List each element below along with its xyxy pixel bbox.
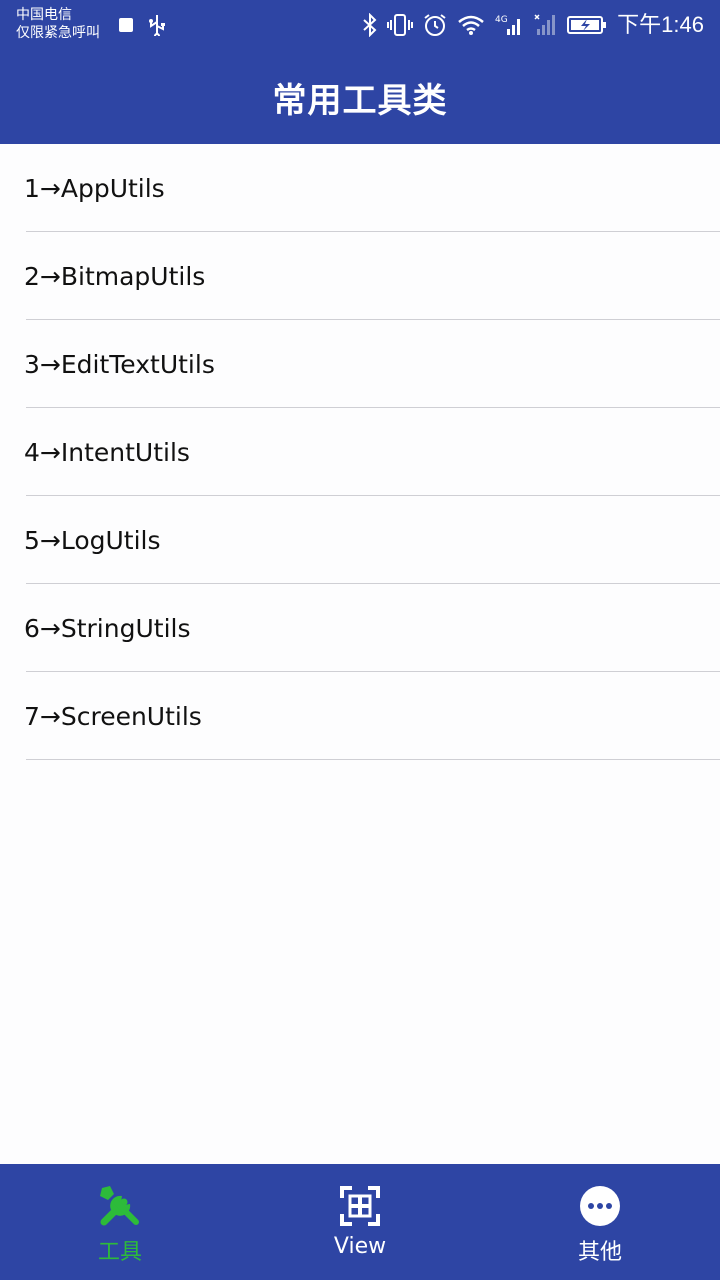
nav-tab-tools[interactable]: 工具	[0, 1164, 240, 1280]
page-title: 常用工具类	[272, 80, 448, 121]
vibrate-icon	[387, 13, 414, 37]
list-item-edittext-utils[interactable]: 3→EditTextUtils	[0, 320, 720, 408]
nav-tab-other[interactable]: 其他	[480, 1164, 720, 1280]
more-icon	[576, 1182, 624, 1230]
stop-icon	[118, 17, 134, 33]
list-item-label: 2→BitmapUtils	[24, 261, 206, 291]
carrier-info: 中国电信 仅限紧急呼叫	[16, 5, 100, 41]
list-item-label: 7→ScreenUtils	[24, 701, 202, 731]
wifi-icon	[457, 14, 485, 36]
nav-label: 其他	[577, 1240, 622, 1265]
nav-tab-view[interactable]: View	[240, 1164, 480, 1280]
battery-charging-icon	[567, 15, 607, 35]
list-item-label: 5→LogUtils	[24, 525, 161, 555]
nav-label: View	[333, 1234, 387, 1259]
list-item-bitmap-utils[interactable]: 2→BitmapUtils	[0, 232, 720, 320]
list-item-intent-utils[interactable]: 4→IntentUtils	[0, 408, 720, 496]
bluetooth-icon	[363, 13, 377, 37]
list-item-app-utils[interactable]: 1→AppUtils	[0, 144, 720, 232]
list-item-label: 6→StringUtils	[24, 613, 191, 643]
alarm-icon	[423, 13, 447, 37]
view-frame-icon	[336, 1182, 384, 1230]
bottom-navigation: 工具 View 其他	[0, 1164, 720, 1280]
nav-label: 工具	[97, 1240, 142, 1265]
signal-icon	[533, 13, 557, 37]
status-bar: 中国电信 仅限紧急呼叫 4G 下午1:46	[0, 0, 720, 50]
list-item-label: 1→AppUtils	[24, 173, 165, 203]
system-icons: 4G 下午1:46	[363, 10, 704, 40]
notification-icons	[118, 14, 166, 36]
list-item-log-utils[interactable]: 5→LogUtils	[0, 496, 720, 584]
utils-list: 1→AppUtils 2→BitmapUtils 3→EditTextUtils…	[0, 144, 720, 760]
tools-icon	[96, 1182, 144, 1230]
app-screen: 中国电信 仅限紧急呼叫 4G 下午1:46 常用工具类 1→AppUtils 2…	[0, 0, 720, 1280]
carrier-status: 仅限紧急呼叫	[16, 24, 100, 40]
signal-4g-icon: 4G	[495, 13, 523, 37]
usb-icon	[148, 14, 166, 36]
list-item-label: 4→IntentUtils	[24, 437, 190, 467]
list-item-string-utils[interactable]: 6→StringUtils	[0, 584, 720, 672]
list-item-screen-utils[interactable]: 7→ScreenUtils	[0, 672, 720, 760]
toolbar: 常用工具类	[0, 50, 720, 144]
carrier-name: 中国电信	[16, 6, 72, 22]
svg-text:4G: 4G	[495, 15, 508, 25]
divider	[26, 759, 720, 760]
clock-time: 下午1:46	[617, 12, 704, 37]
list-item-label: 3→EditTextUtils	[24, 349, 215, 379]
